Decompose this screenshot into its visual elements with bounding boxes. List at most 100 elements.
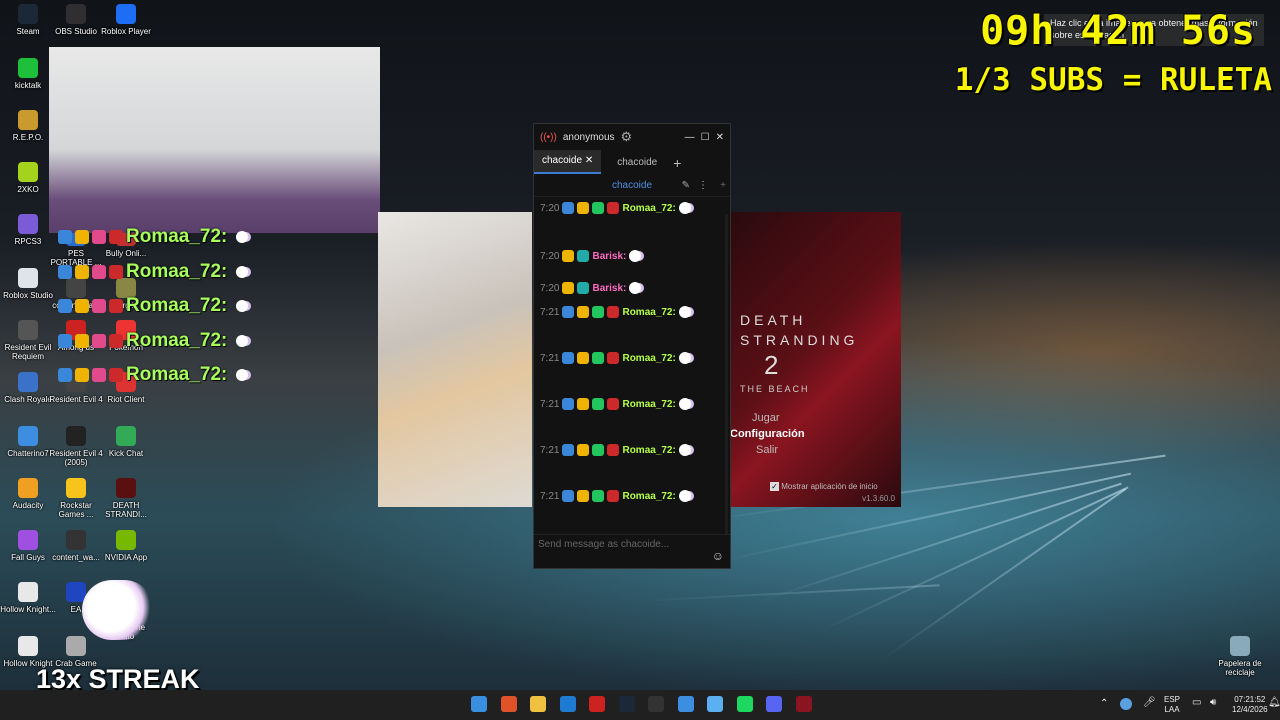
window-title: anonymous bbox=[562, 131, 615, 143]
chat-message[interactable]: 7:21 Romaa_72: bbox=[540, 398, 720, 410]
chat-scrollbar[interactable] bbox=[725, 214, 728, 534]
add-tab-icon[interactable]: + bbox=[665, 152, 689, 174]
taskbar-steam-icon[interactable] bbox=[618, 696, 635, 712]
desktop-icon[interactable]: Kick Chat bbox=[98, 426, 154, 458]
chat-message[interactable]: 7:21 Romaa_72: bbox=[540, 490, 720, 502]
emoji-icon[interactable]: ☺ bbox=[712, 549, 724, 563]
chat-input[interactable]: Send message as chacoide... ☺ bbox=[534, 534, 730, 568]
taskbar-notepad-icon[interactable] bbox=[707, 696, 723, 712]
settings-gear-icon[interactable]: ⚙ bbox=[621, 129, 633, 145]
badge-icon bbox=[607, 352, 620, 364]
tab-close-icon[interactable]: ✕ bbox=[585, 155, 593, 166]
badge-icon bbox=[58, 299, 72, 313]
chat-message[interactable]: 7:20 Barisk: bbox=[540, 250, 720, 262]
split-add-icon[interactable]: + bbox=[720, 180, 726, 191]
menu-play[interactable]: Jugar bbox=[752, 412, 780, 424]
menu-exit[interactable]: Salir bbox=[756, 444, 778, 456]
message-username[interactable]: Romaa_72: bbox=[622, 445, 675, 456]
desktop-icon[interactable]: OBS Studio bbox=[48, 4, 104, 36]
desktop-icon[interactable]: DEATH STRANDI... bbox=[98, 478, 154, 519]
taskbar-discord-icon[interactable] bbox=[766, 696, 782, 712]
clock[interactable]: 07:21:52 12/4/2026 bbox=[1232, 695, 1268, 715]
taskbar-chatterino-icon[interactable] bbox=[677, 696, 694, 712]
taskbar-bing-icon[interactable] bbox=[559, 696, 576, 712]
volume-icon[interactable]: 🔊︎ bbox=[1210, 698, 1216, 708]
more-menu-icon[interactable]: ⋮ bbox=[698, 180, 708, 191]
onedrive-icon[interactable] bbox=[1120, 698, 1132, 710]
message-timestamp: 7:20 bbox=[540, 202, 560, 214]
taskbar-voicemeeter-icon[interactable] bbox=[589, 696, 605, 712]
close-button[interactable]: ✕ bbox=[716, 132, 724, 143]
desktop-icon-label: Roblox Studio bbox=[3, 291, 53, 300]
microphone-icon[interactable]: 🎤︎ bbox=[1143, 698, 1156, 708]
game-title-number: 2 bbox=[764, 350, 779, 380]
message-username[interactable]: Romaa_72: bbox=[622, 203, 675, 214]
maximize-button[interactable]: ☐ bbox=[701, 132, 710, 143]
badge-icon bbox=[562, 352, 575, 364]
message-timestamp: 7:21 bbox=[540, 352, 560, 364]
network-icon[interactable]: ▭ bbox=[1192, 698, 1201, 708]
taskbar-spotify-icon[interactable] bbox=[736, 696, 753, 712]
language-indicator[interactable]: ESP LAA bbox=[1164, 695, 1180, 715]
desktop-icon[interactable]: R.E.P.O. bbox=[0, 110, 56, 142]
chat-message[interactable]: 7:20 Barisk: bbox=[540, 282, 720, 294]
badge-icon bbox=[109, 368, 123, 382]
cat-emote-icon bbox=[678, 306, 691, 318]
taskbar-death-stranding-icon[interactable] bbox=[795, 696, 812, 712]
broadcast-icon: ((•)) bbox=[540, 131, 557, 143]
desktop-icon[interactable]: kicktalk bbox=[0, 58, 56, 90]
message-username[interactable]: Barisk: bbox=[592, 251, 626, 262]
desktop-icon[interactable]: content_wa... bbox=[48, 530, 104, 562]
badge-icon bbox=[92, 230, 106, 244]
chat-message[interactable]: 7:21 Romaa_72: bbox=[540, 352, 720, 364]
desktop-icon[interactable]: Roblox Player bbox=[98, 4, 154, 36]
badge-icon bbox=[109, 299, 123, 313]
chat-message[interactable]: 7:20 Romaa_72: bbox=[540, 202, 720, 214]
message-username[interactable]: Romaa_72: bbox=[622, 307, 675, 318]
message-username[interactable]: Romaa_72: bbox=[622, 491, 675, 502]
message-timestamp: 7:21 bbox=[540, 306, 560, 318]
badge-icon bbox=[577, 250, 590, 262]
message-username[interactable]: Barisk: bbox=[592, 283, 626, 294]
message-username[interactable]: Romaa_72: bbox=[622, 353, 675, 364]
chat-message[interactable]: 7:21 Romaa_72: bbox=[540, 444, 720, 456]
message-username[interactable]: Romaa_72: bbox=[622, 399, 675, 410]
channel-name[interactable]: chacoide bbox=[612, 180, 652, 191]
taskbar-start-icon[interactable] bbox=[471, 696, 487, 712]
desktop-icon[interactable]: NVIDIA App bbox=[98, 530, 154, 562]
tray-chevron-icon[interactable]: ⌃ bbox=[1100, 699, 1108, 709]
app-icon bbox=[18, 162, 38, 182]
badge-icon bbox=[75, 230, 89, 244]
desktop-icon-label: Roblox Player bbox=[101, 27, 151, 36]
app-icon bbox=[18, 268, 38, 288]
chat-message-list[interactable]: 7:20 Romaa_72: 7:20 Barisk: 7:20 Barisk: 7:21 R… bbox=[534, 198, 724, 536]
app-icon bbox=[18, 58, 38, 78]
badge-icon bbox=[592, 306, 605, 318]
taskbar-files-icon[interactable] bbox=[530, 696, 546, 712]
desktop-icon[interactable]: Resident Evil 4 (2005) bbox=[48, 426, 104, 467]
badge-icon bbox=[109, 230, 123, 244]
chat-message[interactable]: 7:21 Romaa_72: bbox=[540, 306, 720, 318]
app-icon bbox=[66, 636, 86, 656]
menu-settings[interactable]: Configuración bbox=[730, 428, 805, 440]
desktop-icon[interactable]: 2XKO bbox=[0, 162, 56, 194]
taskbar-brave-icon[interactable] bbox=[500, 696, 517, 712]
show-launcher-checkbox[interactable]: ✓ Mostrar aplicación de inicio bbox=[770, 482, 878, 491]
badge-icon bbox=[92, 333, 106, 348]
app-icon bbox=[18, 582, 38, 602]
badge-icon bbox=[92, 299, 106, 313]
app-icon bbox=[18, 530, 38, 550]
webcam-room-view bbox=[49, 47, 380, 233]
cat-emote-icon bbox=[678, 202, 691, 214]
cat-emote-icon bbox=[629, 250, 642, 262]
clock-time: 07:21:52 bbox=[1234, 695, 1266, 704]
desktop-icon[interactable]: Papelera de reciclaje bbox=[1212, 636, 1268, 677]
tab-chacoide-active[interactable]: chacoide ✕ bbox=[534, 150, 602, 174]
edit-icon[interactable]: ✎ bbox=[682, 180, 690, 191]
tab-chacoide[interactable]: chacoide bbox=[609, 152, 665, 174]
clock-date: 12/4/2026 bbox=[1232, 705, 1268, 714]
taskbar-obs-icon[interactable] bbox=[648, 696, 664, 712]
minimize-button[interactable]: — bbox=[685, 132, 695, 143]
desktop-icon[interactable]: Rockstar Games ... bbox=[48, 478, 104, 519]
notification-bell-icon[interactable]: 🔔︎ bbox=[1268, 698, 1280, 708]
